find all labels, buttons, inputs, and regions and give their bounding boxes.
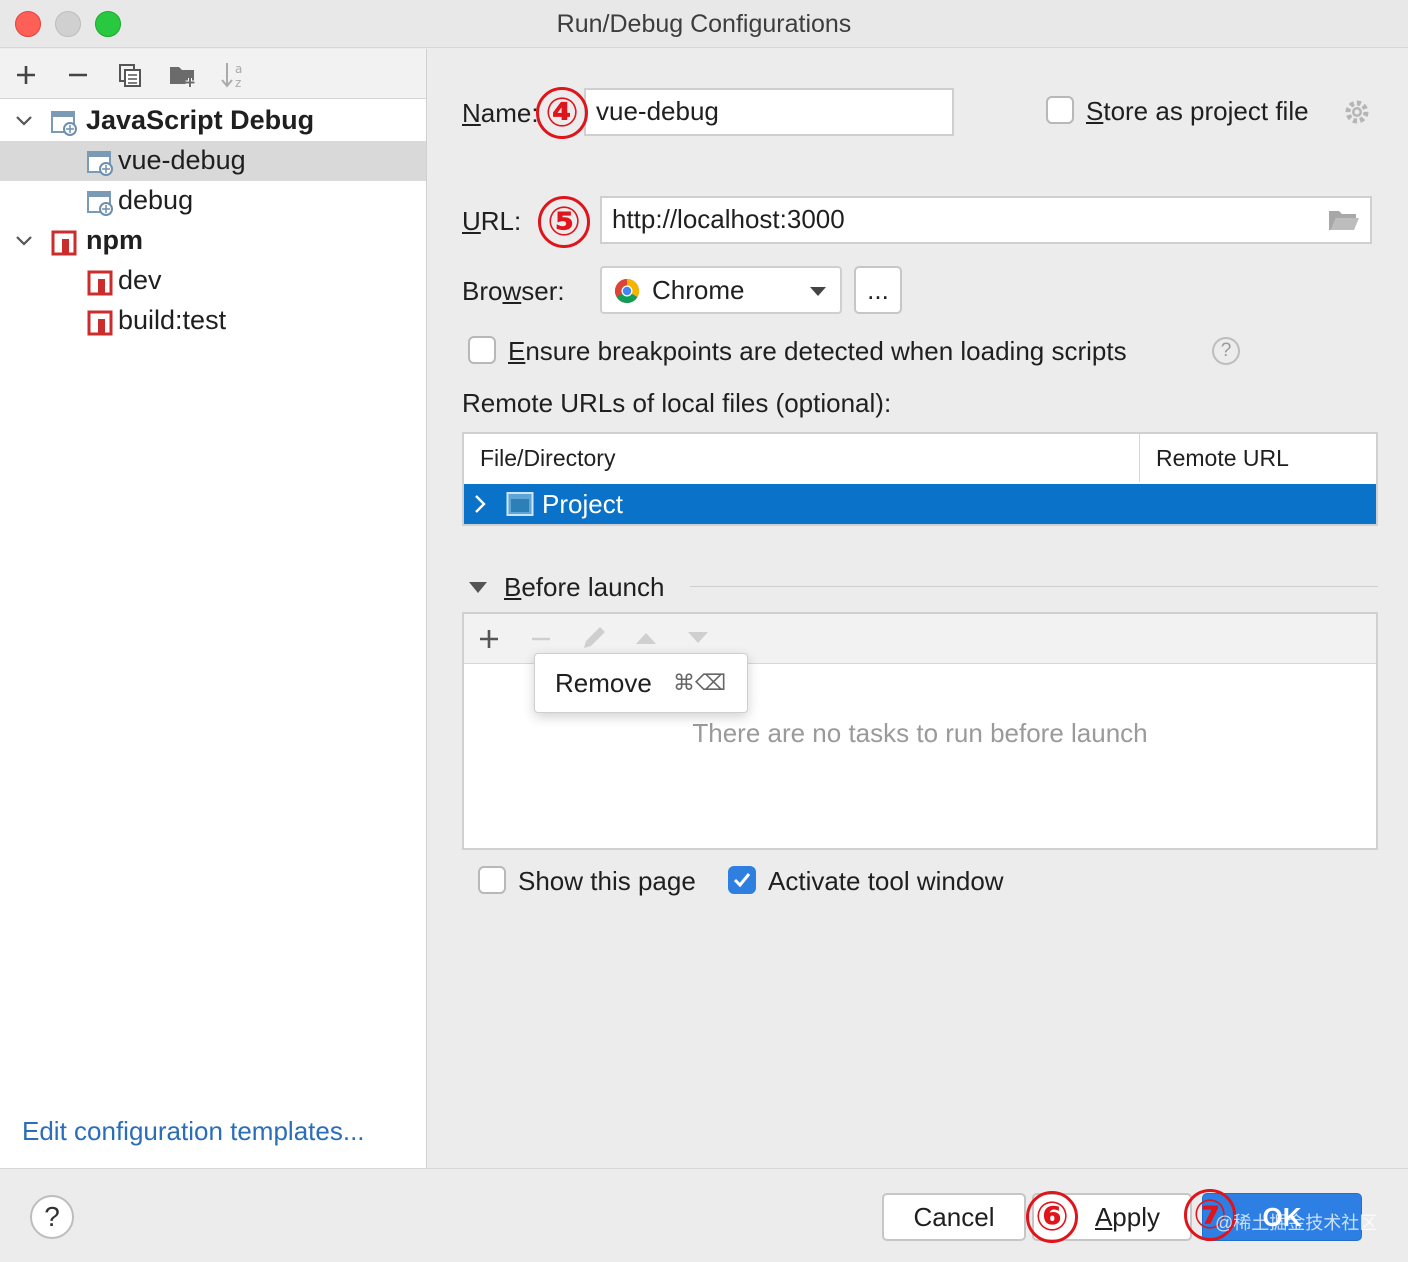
- before-launch-tasks-panel: There are no tasks to run before launch: [462, 612, 1378, 850]
- tree-toolbar: az: [0, 49, 426, 99]
- sort-button[interactable]: az: [218, 59, 250, 91]
- annotation-marker: ⑤: [538, 196, 590, 248]
- copy-configuration-button[interactable]: [114, 59, 146, 91]
- collapse-triangle-icon[interactable]: [468, 580, 488, 594]
- browser-select[interactable]: Chrome: [600, 266, 842, 314]
- tooltip-shortcut: ⌘⌫: [673, 670, 727, 695]
- help-icon[interactable]: ?: [1212, 337, 1240, 365]
- tree-group-label: JavaScript Debug: [86, 105, 315, 135]
- checkmark-icon: [733, 873, 751, 888]
- npm-icon: [87, 270, 113, 296]
- tree-item-label: vue-debug: [118, 145, 246, 175]
- title-bar: Run/Debug Configurations: [0, 0, 1408, 48]
- show-this-page-label: Show this page: [518, 866, 696, 896]
- gear-icon[interactable]: [1342, 97, 1372, 127]
- copy-icon: [119, 64, 141, 87]
- tree-group-npm[interactable]: npm: [0, 221, 426, 261]
- minus-icon[interactable]: [530, 628, 552, 650]
- remote-urls-label: Remote URLs of local files (optional):: [462, 388, 892, 418]
- npm-icon: [87, 310, 113, 336]
- minus-icon: [69, 73, 87, 77]
- chevron-down-icon: [16, 116, 32, 126]
- cancel-button[interactable]: Cancel: [882, 1193, 1026, 1241]
- folder-open-icon[interactable]: [1328, 208, 1360, 232]
- tree-group-javascript-debug[interactable]: JavaScript Debug: [0, 101, 426, 141]
- url-label: URL:: [462, 206, 522, 236]
- ensure-breakpoints-checkbox[interactable]: [468, 336, 496, 364]
- tree-item-label: build:test: [118, 305, 227, 335]
- tree-item-label: dev: [118, 265, 162, 295]
- before-launch-title: Before launch: [504, 572, 665, 602]
- folder-add-icon: [170, 67, 195, 87]
- move-down-icon[interactable]: [686, 630, 710, 646]
- plus-icon: [17, 66, 35, 84]
- tree-item-dev[interactable]: dev: [0, 261, 426, 301]
- window-title: Run/Debug Configurations: [556, 10, 852, 38]
- tooltip-label: Remove: [555, 668, 652, 698]
- remote-urls-table: File/Directory Remote URL Project: [462, 432, 1378, 526]
- tree-item-build-test[interactable]: build:test: [0, 301, 426, 341]
- project-module-icon: [506, 492, 534, 516]
- table-row[interactable]: Project: [464, 484, 1376, 524]
- svg-text:a: a: [235, 62, 242, 76]
- plus-icon[interactable]: [478, 628, 500, 650]
- ensure-breakpoints-label: Ensure breakpoints are detected when loa…: [508, 336, 1127, 366]
- tree-group-label: npm: [86, 225, 143, 255]
- section-divider: [690, 586, 1378, 587]
- watermark: @稀土掘金技术社区: [1215, 1213, 1378, 1233]
- remove-configuration-button[interactable]: [62, 59, 94, 91]
- javascript-debug-icon: [51, 111, 77, 136]
- chrome-icon: [614, 279, 640, 304]
- pencil-icon[interactable]: [580, 624, 608, 652]
- javascript-debug-icon: [87, 151, 113, 176]
- help-button[interactable]: ?: [30, 1195, 74, 1239]
- name-label: Name:: [462, 98, 539, 128]
- url-field[interactable]: http://localhost:3000: [600, 196, 1372, 244]
- configuration-tree-panel: az JavaScript Debug vue-debug debug npm …: [0, 49, 427, 1168]
- activate-tool-window-label: Activate tool window: [768, 866, 1004, 896]
- empty-tasks-message: There are no tasks to run before launch: [692, 718, 1148, 748]
- tree-item-debug[interactable]: debug: [0, 181, 426, 221]
- chevron-right-icon[interactable]: [472, 493, 488, 515]
- browser-label: Browser:: [462, 276, 565, 306]
- store-as-project-file-label: Store as project file: [1086, 96, 1309, 126]
- name-field[interactable]: vue-debug: [584, 88, 954, 136]
- table-cell: Project: [542, 489, 623, 519]
- configuration-form: Name: vue-debug ④ Store as project file …: [428, 49, 1408, 1168]
- npm-icon: [51, 230, 77, 256]
- chevron-down-icon: [810, 287, 826, 296]
- annotation-marker: ⑥: [1026, 1191, 1078, 1243]
- browser-settings-button[interactable]: ...: [854, 266, 902, 314]
- move-up-icon[interactable]: [634, 630, 658, 646]
- column-header-file-directory[interactable]: File/Directory: [464, 434, 1140, 482]
- annotation-marker: ④: [536, 87, 588, 139]
- tree-item-label: debug: [118, 185, 194, 215]
- dialog-button-bar: ? Cancel Apply OK ⑥ ⑦ @稀土掘金技术社区: [0, 1168, 1408, 1262]
- browser-select-value: Chrome: [652, 275, 745, 305]
- javascript-debug-icon: [87, 191, 113, 216]
- show-this-page-checkbox[interactable]: [478, 866, 506, 894]
- column-header-remote-url[interactable]: Remote URL: [1140, 434, 1376, 482]
- new-folder-button[interactable]: [167, 59, 199, 91]
- store-as-project-file-checkbox[interactable]: [1046, 96, 1074, 124]
- tree-item-vue-debug[interactable]: vue-debug: [0, 141, 426, 181]
- remove-tooltip: Remove ⌘⌫: [534, 653, 748, 713]
- edit-configuration-templates-link[interactable]: Edit configuration templates...: [22, 1116, 365, 1147]
- chevron-down-icon: [16, 236, 32, 246]
- add-configuration-button[interactable]: [10, 59, 42, 91]
- svg-text:z: z: [235, 76, 241, 90]
- sort-alpha-icon: az: [221, 62, 242, 90]
- activate-tool-window-checkbox[interactable]: [728, 866, 756, 894]
